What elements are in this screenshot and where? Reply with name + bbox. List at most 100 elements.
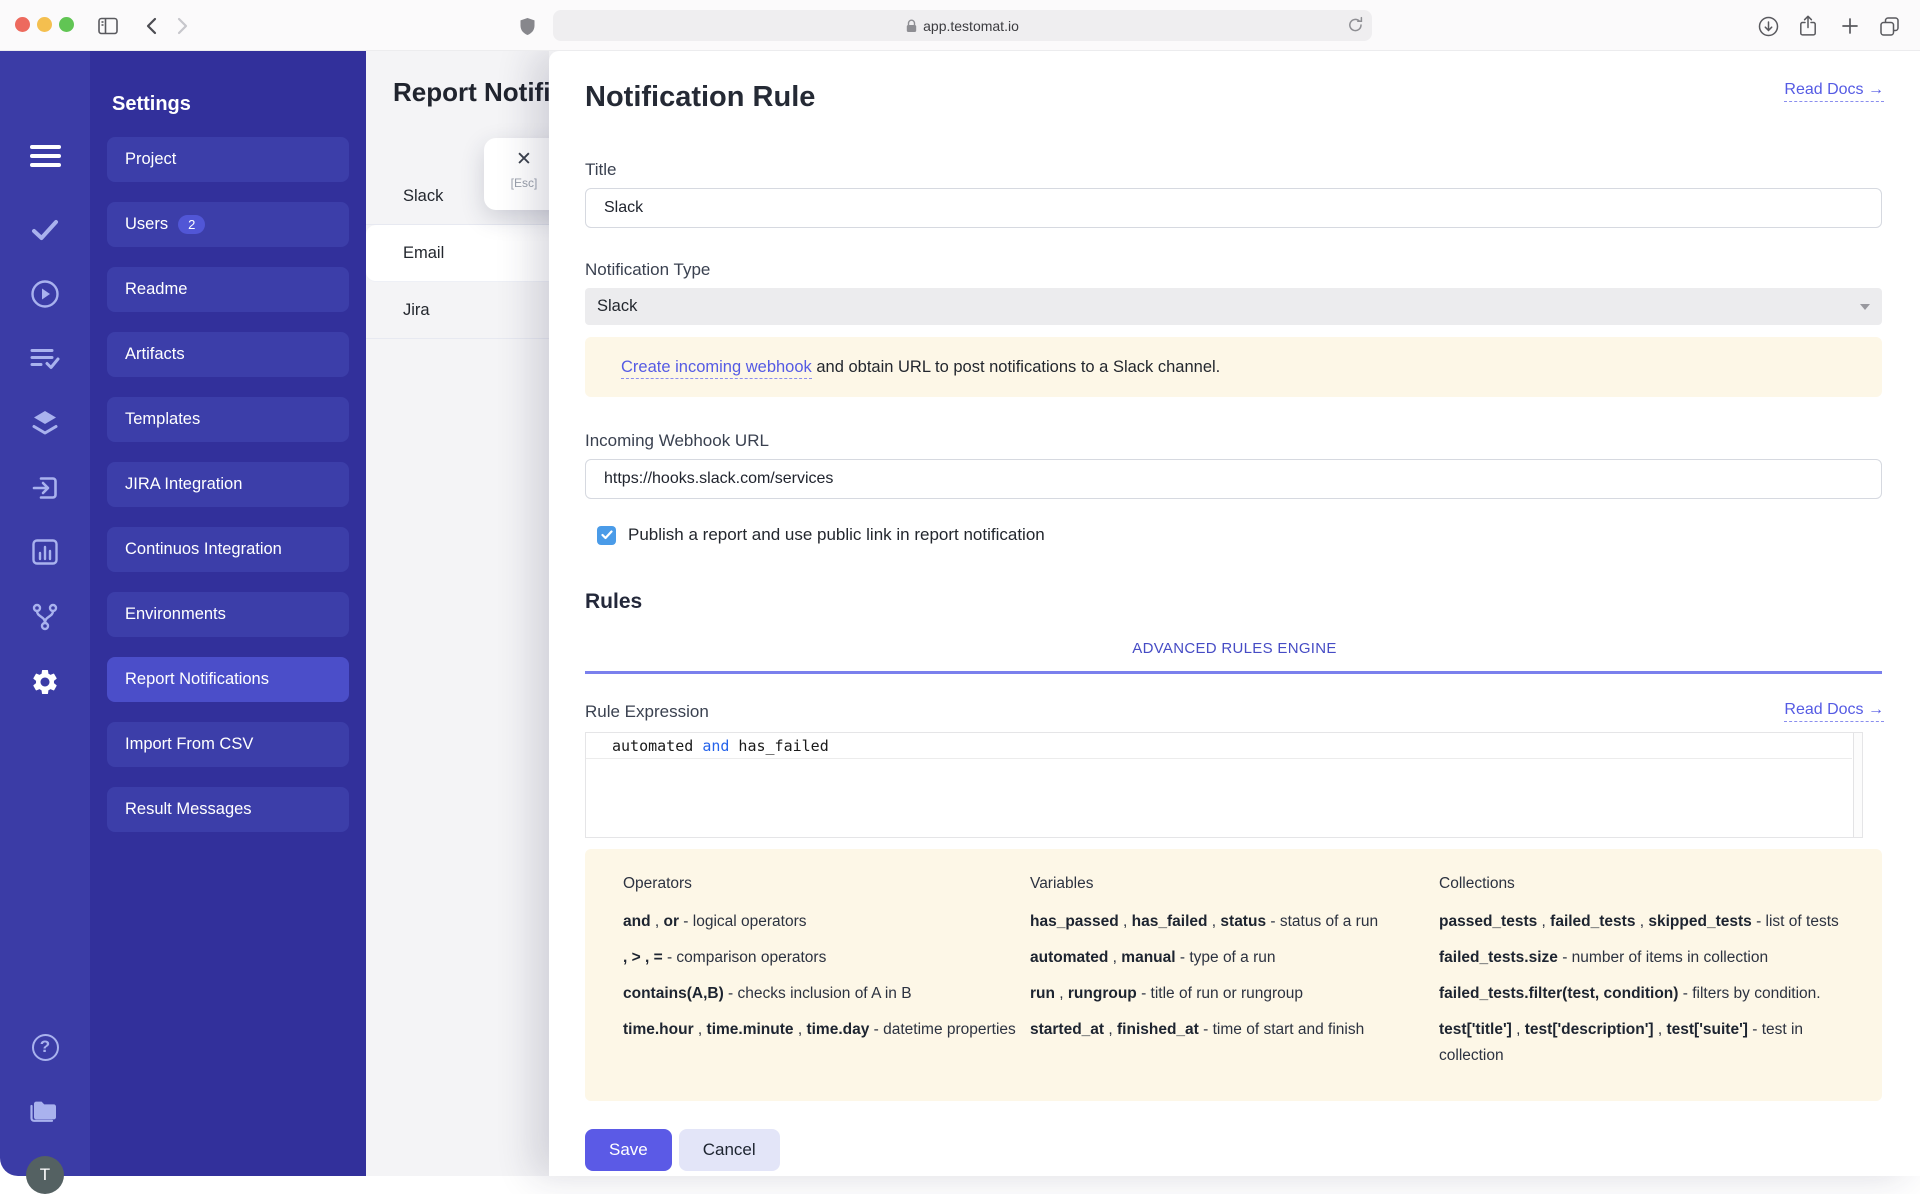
- share-icon[interactable]: [1795, 13, 1821, 39]
- help-term: test['description']: [1524, 1021, 1654, 1038]
- help-term: finished_at: [1117, 1021, 1199, 1038]
- new-tab-icon[interactable]: [1837, 13, 1863, 39]
- settings-menu-item-import-from-csv[interactable]: Import From CSV: [107, 722, 349, 767]
- shield-icon[interactable]: [514, 13, 540, 39]
- webhook-url-input[interactable]: [585, 459, 1882, 499]
- back-icon[interactable]: [138, 13, 164, 39]
- help-row: run , rungroup - title of run or rungrou…: [1030, 981, 1439, 1007]
- help-term: has_passed: [1030, 913, 1119, 930]
- help-text: - list of tests: [1751, 913, 1839, 930]
- help-icon[interactable]: ?: [25, 1027, 65, 1067]
- settings-menu-item-label: Readme: [125, 280, 188, 298]
- keyword-token: and: [702, 737, 730, 755]
- branch-icon[interactable]: [25, 597, 65, 637]
- check-icon[interactable]: [25, 210, 65, 250]
- settings-menu-item-result-messages[interactable]: Result Messages: [107, 787, 349, 832]
- downloads-icon[interactable]: [1755, 13, 1781, 39]
- help-row: failed_tests.size - number of items in c…: [1439, 945, 1849, 971]
- close-window-button[interactable]: [15, 17, 30, 32]
- settings-menu-item-report-notifications[interactable]: Report Notifications: [107, 657, 349, 702]
- webhook-field-label: Incoming Webhook URL: [585, 431, 769, 450]
- help-term: has_failed: [1131, 913, 1208, 930]
- notification-rule-dialog: Notification Rule Read Docs → Title Noti…: [549, 51, 1920, 1176]
- settings-menu-item-label: Import From CSV: [125, 735, 254, 753]
- settings-menu-item-label: JIRA Integration: [125, 475, 243, 493]
- read-docs-link[interactable]: Read Docs →: [1784, 81, 1884, 102]
- publish-checkbox-label[interactable]: Publish a report and use public link in …: [628, 525, 1045, 545]
- title-input[interactable]: [585, 188, 1882, 228]
- save-button[interactable]: Save: [585, 1129, 672, 1171]
- help-row: test['title'] , test['description'] , te…: [1439, 1017, 1849, 1069]
- help-row: has_passed , has_failed , status - statu…: [1030, 909, 1439, 935]
- help-term: contains(A,B): [623, 985, 724, 1002]
- help-term: started_at: [1030, 1021, 1105, 1038]
- tab-label: Email: [403, 243, 445, 262]
- engine-divider: [585, 671, 1882, 674]
- bar-chart-icon[interactable]: [25, 532, 65, 572]
- sidebar-toggle-icon[interactable]: [95, 13, 121, 39]
- close-icon[interactable]: ✕: [508, 148, 540, 171]
- help-term: time.minute: [706, 1021, 794, 1038]
- layers-icon[interactable]: [25, 403, 65, 443]
- help-row: passed_tests , failed_tests , skipped_te…: [1439, 909, 1849, 935]
- create-webhook-link[interactable]: Create incoming webhook: [621, 357, 812, 379]
- chevron-down-icon: [1860, 303, 1870, 310]
- settings-menu-item-label: Environments: [125, 605, 226, 623]
- url-text: app.testomat.io: [923, 17, 1019, 34]
- settings-menu-item-artifacts[interactable]: Artifacts: [107, 332, 349, 377]
- settings-menu-item-label: Artifacts: [125, 345, 185, 363]
- rule-expression-editor[interactable]: automated and has_failed: [585, 732, 1863, 838]
- minimize-window-button[interactable]: [37, 17, 52, 32]
- hamburger-icon[interactable]: [25, 136, 65, 176]
- read-docs-link-rules[interactable]: Read Docs →: [1784, 701, 1884, 722]
- settings-menu-item-users[interactable]: Users 2: [107, 202, 349, 247]
- settings-menu-item-continuos-integration[interactable]: Continuos Integration: [107, 527, 349, 572]
- notification-type-value: Slack: [597, 297, 638, 315]
- help-text: - type of a run: [1175, 949, 1276, 966]
- icon-rail: ? T: [0, 51, 90, 1194]
- help-text: ,: [793, 1021, 807, 1038]
- webhook-hint-box: Create incoming webhook and obtain URL t…: [585, 337, 1882, 397]
- lock-icon: [906, 19, 917, 33]
- forward-icon[interactable]: [170, 13, 196, 39]
- tab-label: Slack: [403, 187, 444, 205]
- import-icon[interactable]: [25, 468, 65, 508]
- help-column-operators: Operators and , or - logical operators , >…: [623, 875, 1030, 1079]
- notification-type-select[interactable]: Slack: [585, 288, 1882, 325]
- play-circle-icon[interactable]: [25, 274, 65, 314]
- help-row: contains(A,B) - checks inclusion of A in…: [623, 981, 1030, 1007]
- help-text: ,: [1537, 913, 1551, 930]
- settings-menu-item-environments[interactable]: Environments: [107, 592, 349, 637]
- dialog-title: Notification Rule: [585, 81, 816, 113]
- gear-icon[interactable]: [25, 662, 65, 702]
- settings-menu-item-project[interactable]: Project: [107, 137, 349, 182]
- settings-menu-item-label: Report Notifications: [125, 670, 269, 688]
- help-term: run: [1030, 985, 1055, 1002]
- help-term: test['suite']: [1666, 1021, 1748, 1038]
- folder-icon[interactable]: [25, 1091, 65, 1131]
- type-field-label: Notification Type: [585, 260, 711, 279]
- advanced-rules-engine-link[interactable]: ADVANCED RULES ENGINE: [1132, 640, 1336, 657]
- tabs-overview-icon[interactable]: [1876, 13, 1902, 39]
- settings-menu-item-jira-integration[interactable]: JIRA Integration: [107, 462, 349, 507]
- help-term: failed_tests: [1550, 913, 1636, 930]
- address-bar[interactable]: app.testomat.io: [553, 10, 1372, 41]
- help-text: ,: [1653, 1021, 1667, 1038]
- editor-scrollbar[interactable]: [1853, 733, 1862, 837]
- help-text: ,: [1207, 913, 1221, 930]
- help-text: - filters by condition.: [1678, 985, 1821, 1002]
- users-count-badge: 2: [178, 215, 206, 234]
- settings-menu-item-templates[interactable]: Templates: [107, 397, 349, 442]
- settings-menu-item-readme[interactable]: Readme: [107, 267, 349, 312]
- reload-icon[interactable]: [1348, 16, 1363, 36]
- help-column-collections: Collections passed_tests , failed_tests ,…: [1439, 875, 1869, 1079]
- zoom-window-button[interactable]: [59, 17, 74, 32]
- help-row: started_at , finished_at - time of start…: [1030, 1017, 1439, 1043]
- list-check-icon[interactable]: [25, 339, 65, 379]
- publish-checkbox[interactable]: [597, 525, 616, 545]
- settings-menu-item-label: Users: [125, 215, 169, 233]
- avatar[interactable]: T: [26, 1156, 64, 1194]
- help-column-header: Operators: [623, 875, 692, 892]
- cancel-button[interactable]: Cancel: [678, 1129, 780, 1171]
- rules-help-box: Operators and , or - logical operators , >…: [585, 849, 1882, 1101]
